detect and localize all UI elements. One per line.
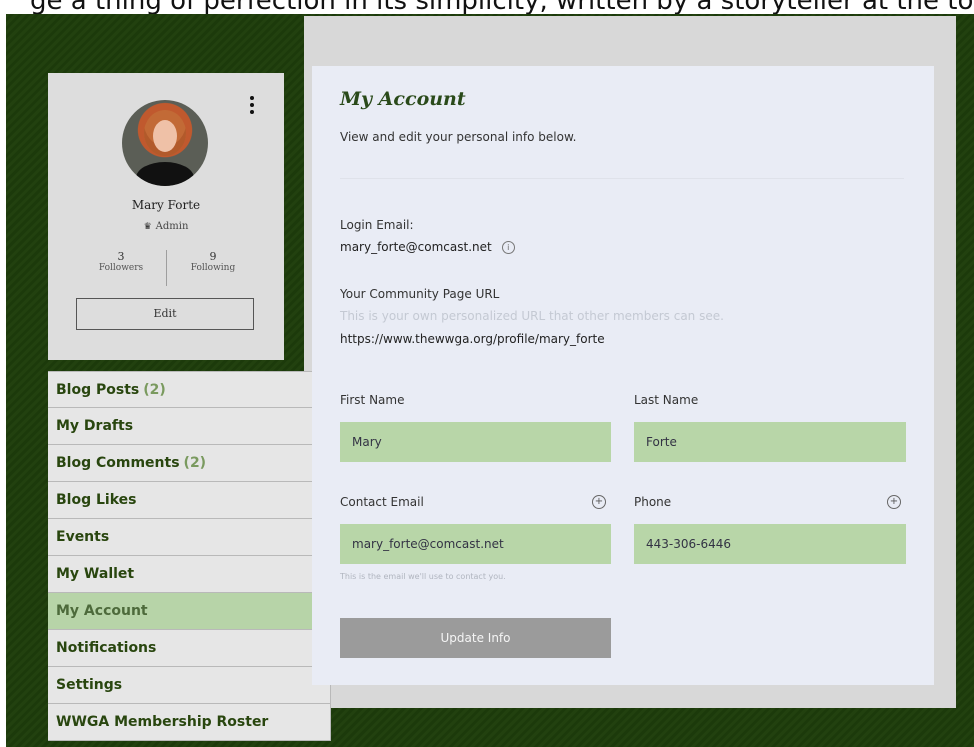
menu-item-wwga-roster[interactable]: WWGA Membership Roster (48, 704, 331, 741)
menu-item-label: WWGA Membership Roster (56, 714, 269, 730)
followers-count: 3 (117, 250, 125, 263)
menu-item-label: Blog Comments (56, 455, 180, 471)
side-menu: Blog Posts (2) My Drafts Blog Comments (2)… (48, 371, 331, 741)
menu-item-label: My Account (56, 603, 148, 619)
last-name-label: Last Name (634, 393, 699, 407)
menu-item-blog-likes[interactable]: Blog Likes (48, 482, 331, 519)
menu-item-my-wallet[interactable]: My Wallet (48, 556, 331, 593)
avatar[interactable] (122, 100, 208, 186)
page-subtitle: View and edit your personal info below. (340, 130, 577, 144)
menu-item-notifications[interactable]: Notifications (48, 630, 331, 667)
login-email-text: mary_forte@comcast.net (340, 240, 492, 254)
first-name-label: First Name (340, 393, 405, 407)
menu-item-label: Blog Posts (56, 382, 140, 398)
menu-item-label: Notifications (56, 640, 157, 656)
login-email-label: Login Email: (340, 218, 414, 232)
followers-label: Followers (98, 263, 144, 273)
kebab-dot (250, 96, 254, 100)
login-email-value: mary_forte@comcast.net i (340, 240, 515, 254)
community-url-value: https://www.thewwga.org/profile/mary_for… (340, 332, 605, 346)
page-title: My Account (340, 88, 466, 110)
avatar-face (153, 120, 177, 152)
menu-item-count: (2) (143, 382, 166, 398)
profile-role: ♛ Admin (48, 221, 284, 232)
phone-label: Phone (634, 495, 672, 509)
kebab-menu-icon[interactable] (246, 96, 258, 118)
contact-email-hint: This is the email we'll use to contact y… (340, 572, 506, 581)
plus-circle-icon[interactable]: + (887, 495, 901, 509)
first-name-field[interactable] (340, 422, 611, 462)
menu-item-settings[interactable]: Settings (48, 667, 331, 704)
stat-divider (166, 250, 167, 286)
menu-item-blog-comments[interactable]: Blog Comments (2) (48, 445, 331, 482)
menu-item-label: My Drafts (56, 418, 134, 434)
info-icon[interactable]: i (501, 241, 515, 254)
contact-email-field[interactable] (340, 524, 611, 564)
account-content (312, 66, 934, 685)
menu-item-label: Settings (56, 677, 123, 693)
phone-field[interactable] (634, 524, 906, 564)
community-url-label: Your Community Page URL (340, 287, 500, 301)
plus-circle-icon[interactable]: + (592, 495, 606, 509)
followers-stat[interactable]: 3 Followers (76, 250, 166, 273)
menu-item-my-drafts[interactable]: My Drafts (48, 408, 331, 445)
following-stat[interactable]: 9 Following (168, 250, 258, 273)
last-name-field[interactable] (634, 422, 906, 462)
menu-item-events[interactable]: Events (48, 519, 331, 556)
kebab-dot (250, 103, 254, 107)
following-label: Following (190, 263, 236, 273)
menu-item-my-account[interactable]: My Account (48, 593, 331, 630)
divider (340, 178, 904, 179)
menu-item-label: My Wallet (56, 566, 135, 582)
contact-email-label: Contact Email (340, 495, 424, 509)
community-url-hint: This is your own personalized URL that o… (340, 309, 724, 323)
menu-item-blog-posts[interactable]: Blog Posts (2) (48, 371, 331, 408)
edit-profile-button[interactable]: Edit (76, 298, 254, 330)
menu-item-label: Blog Likes (56, 492, 137, 508)
menu-item-label: Events (56, 529, 110, 545)
kebab-dot (250, 110, 254, 114)
profile-role-label: Admin (155, 221, 189, 232)
update-info-button[interactable]: Update Info (340, 618, 611, 658)
avatar-shirt (136, 162, 194, 186)
crown-icon: ♛ (143, 222, 152, 232)
menu-item-count: (2) (183, 455, 207, 471)
following-count: 9 (209, 250, 217, 263)
profile-name: Mary Forte (131, 198, 201, 212)
